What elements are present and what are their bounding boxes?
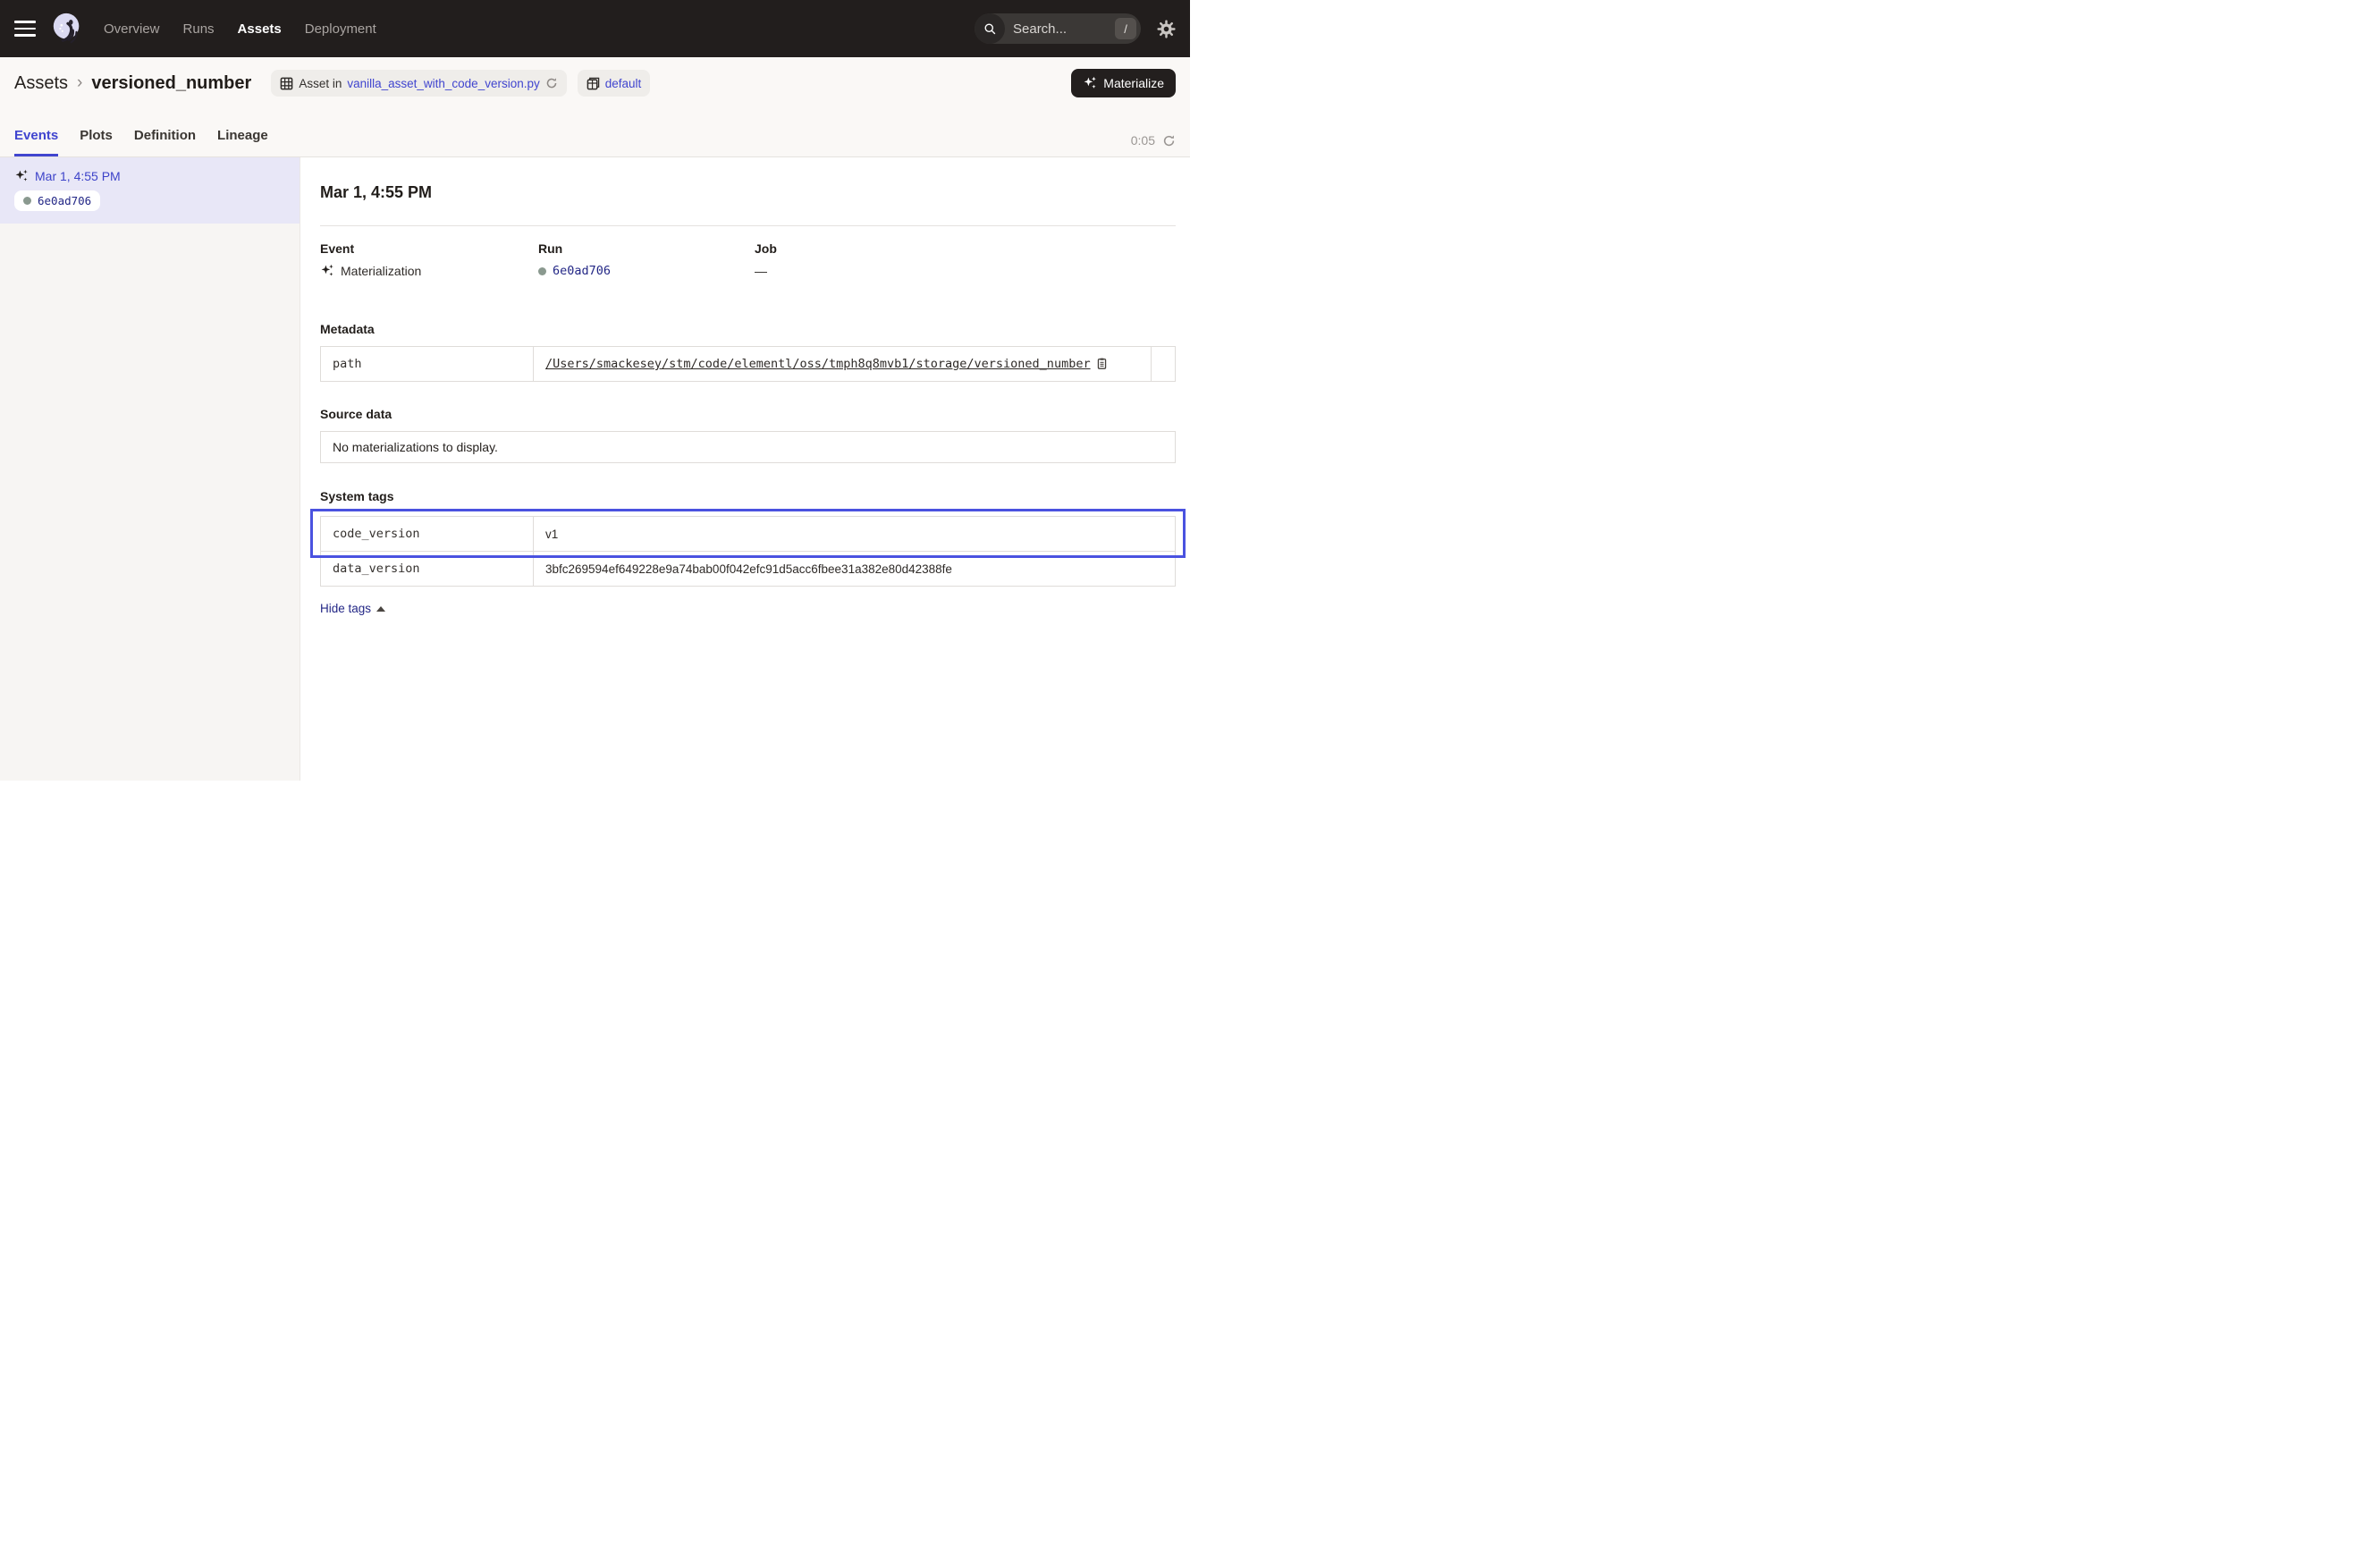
primary-nav: Overview Runs Assets Deployment [104, 21, 376, 37]
metadata-path-link[interactable]: /Users/smackesey/stm/code/elementl/oss/t… [545, 357, 1091, 371]
run-chip[interactable]: 6e0ad706 [14, 190, 100, 211]
metadata-key: path [321, 347, 534, 382]
system-tags-heading: System tags [320, 489, 1176, 503]
table-row-code-version: code_version v1 [321, 517, 1176, 552]
job-column-label: Job [755, 241, 1176, 256]
refresh-countdown: 0:05 [1131, 133, 1155, 148]
event-list-item[interactable]: Mar 1, 4:55 PM 6e0ad706 [0, 157, 300, 224]
tab-plots[interactable]: Plots [80, 128, 113, 156]
settings-gear-icon[interactable] [1157, 20, 1176, 38]
breadcrumb: Assets › versioned_number [14, 73, 251, 94]
tag-value: 3bfc269594ef649228e9a74bab00f042efc91d5a… [534, 552, 1176, 587]
menu-button[interactable] [14, 21, 36, 37]
table-icon [280, 77, 293, 90]
materialize-label: Materialize [1103, 76, 1164, 90]
table-row-data-version: data_version 3bfc269594ef649228e9a74bab0… [321, 552, 1176, 587]
event-detail-panel: Mar 1, 4:55 PM Event Materialization Run… [300, 157, 1190, 781]
run-status-dot [538, 267, 546, 275]
tab-lineage[interactable]: Lineage [217, 128, 268, 156]
nav-item-assets[interactable]: Assets [238, 21, 282, 37]
events-sidebar: Mar 1, 4:55 PM 6e0ad706 [0, 157, 300, 781]
tag-key: data_version [321, 552, 534, 587]
run-id: 6e0ad706 [38, 194, 91, 207]
divider [320, 225, 1176, 226]
event-summary: Event Materialization Run 6e0ad706 Job — [320, 241, 1176, 278]
source-data-empty-state: No materializations to display. [320, 431, 1176, 463]
chevron-right-icon: › [77, 74, 82, 91]
search-shortcut-key: / [1115, 18, 1136, 39]
metadata-table: path /Users/smackesey/stm/code/elementl/… [320, 346, 1176, 382]
reload-definition-icon[interactable] [545, 77, 558, 89]
event-timestamp-link[interactable]: Mar 1, 4:55 PM [35, 169, 121, 183]
asset-in-label: Asset in [299, 77, 342, 90]
tab-events[interactable]: Events [14, 128, 58, 156]
dagster-logo[interactable] [50, 12, 84, 46]
repo-link[interactable]: default [605, 77, 642, 90]
asset-page-header: Assets › versioned_number Asset in vanil… [0, 57, 1190, 157]
repo-badge: default [578, 70, 651, 97]
source-data-empty-message: No materializations to display. [333, 440, 498, 454]
page-title: versioned_number [91, 73, 251, 94]
system-tags-table: code_version v1 data_version 3bfc269594e… [320, 516, 1176, 587]
tag-value: v1 [534, 517, 1176, 552]
caret-up-icon [376, 606, 385, 612]
tab-definition[interactable]: Definition [134, 128, 196, 156]
nav-item-overview[interactable]: Overview [104, 21, 160, 37]
breadcrumb-assets-link[interactable]: Assets [14, 73, 68, 94]
run-id-link[interactable]: 6e0ad706 [553, 264, 611, 278]
top-nav: Overview Runs Assets Deployment / [0, 0, 1190, 57]
refresh-icon[interactable] [1162, 134, 1176, 148]
search-input[interactable] [1005, 21, 1115, 37]
octopus-logo-icon [50, 12, 84, 46]
event-type-value: Materialization [341, 264, 421, 278]
refresh-timer: 0:05 [1131, 133, 1176, 156]
asset-file-link[interactable]: vanilla_asset_with_code_version.py [347, 77, 539, 90]
repo-icon [587, 77, 600, 90]
event-column-label: Event [320, 241, 538, 256]
job-value: — [755, 264, 767, 278]
nav-item-deployment[interactable]: Deployment [305, 21, 376, 37]
source-data-heading: Source data [320, 407, 1176, 421]
tag-key: code_version [321, 517, 534, 552]
search-box[interactable]: / [975, 13, 1141, 44]
materialization-sparkle-icon [320, 264, 334, 278]
search-icon [975, 13, 1005, 44]
hide-tags-link[interactable]: Hide tags [320, 602, 385, 615]
run-status-dot [23, 197, 31, 205]
copy-path-button[interactable] [1096, 358, 1108, 369]
metadata-actions-cell [1152, 347, 1176, 382]
event-title: Mar 1, 4:55 PM [320, 183, 1176, 202]
materialize-button[interactable]: Materialize [1071, 69, 1176, 97]
materialization-sparkle-icon [14, 169, 29, 183]
run-column-label: Run [538, 241, 755, 256]
asset-tabs: Events Plots Definition Lineage [14, 128, 268, 156]
metadata-heading: Metadata [320, 322, 1176, 336]
table-row: path /Users/smackesey/stm/code/elementl/… [321, 347, 1176, 382]
asset-definition-badge: Asset in vanilla_asset_with_code_version… [271, 70, 566, 97]
hide-tags-label: Hide tags [320, 602, 371, 615]
sparkle-icon [1083, 76, 1097, 90]
nav-item-runs[interactable]: Runs [183, 21, 215, 37]
